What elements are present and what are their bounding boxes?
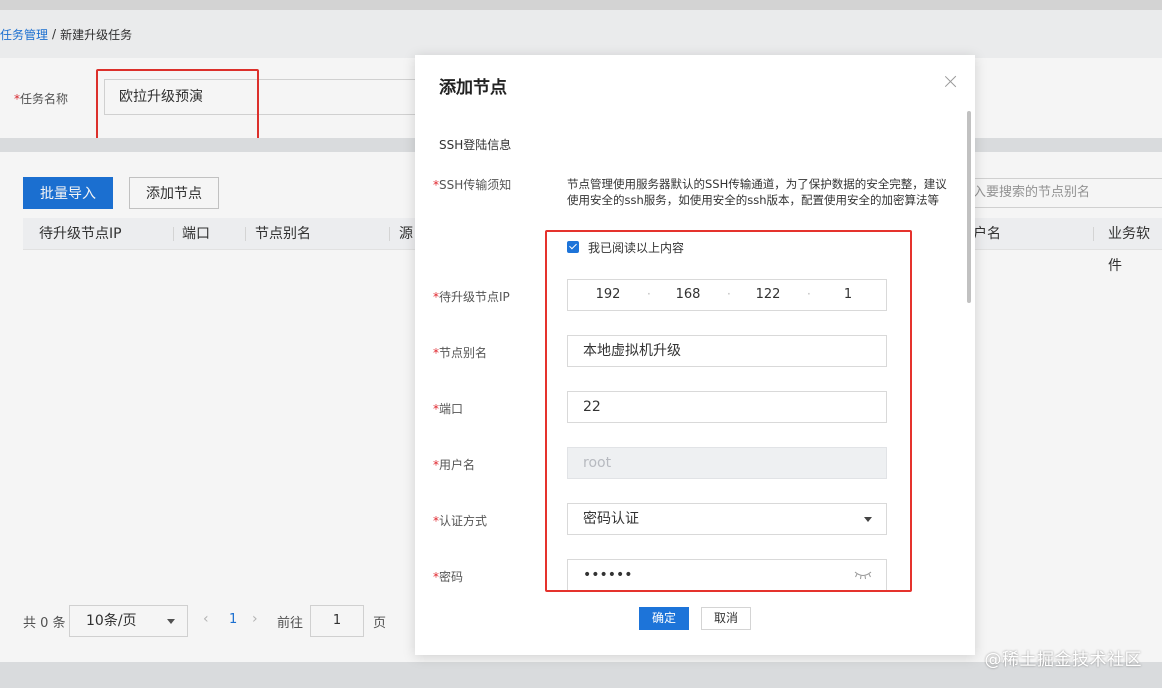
password-label-text: 密码: [439, 570, 464, 584]
password-label: *密码: [433, 568, 463, 585]
dialog-scrollbar[interactable]: [967, 111, 971, 303]
close-icon[interactable]: [945, 75, 957, 87]
username-label: *用户名: [433, 456, 475, 473]
node-alias-label: *节点别名: [433, 344, 487, 361]
ssh-notice-label-text: SSH传输须知: [439, 178, 512, 192]
username-label-text: 用户名: [439, 458, 476, 472]
auth-method-label: *认证方式: [433, 512, 487, 529]
confirm-button[interactable]: 确定: [639, 607, 689, 630]
port-label-text: 端口: [439, 402, 464, 416]
port-label: *端口: [433, 400, 463, 417]
ssh-notice-label: *SSH传输须知: [433, 176, 511, 193]
watermark-text: @稀土掘金技术社区: [984, 650, 1142, 670]
auth-method-label-text: 认证方式: [439, 514, 488, 528]
ssh-section-title: SSH登陆信息: [439, 138, 512, 152]
add-node-dialog: 添加节点 SSH登陆信息 *SSH传输须知 节点管理使用服务器默认的SSH传输通…: [415, 55, 975, 655]
annotation-box-node-fields: [545, 230, 912, 592]
cancel-button[interactable]: 取消: [701, 607, 751, 630]
node-alias-label-text: 节点别名: [439, 346, 488, 360]
ssh-notice-text: 节点管理使用服务器默认的SSH传输通道，为了保护数据的安全完整，建议使用安全的s…: [567, 177, 947, 207]
dialog-title: 添加节点: [439, 78, 507, 98]
node-ip-label: *待升级节点IP: [433, 288, 510, 305]
node-ip-label-text: 待升级节点IP: [439, 290, 510, 304]
